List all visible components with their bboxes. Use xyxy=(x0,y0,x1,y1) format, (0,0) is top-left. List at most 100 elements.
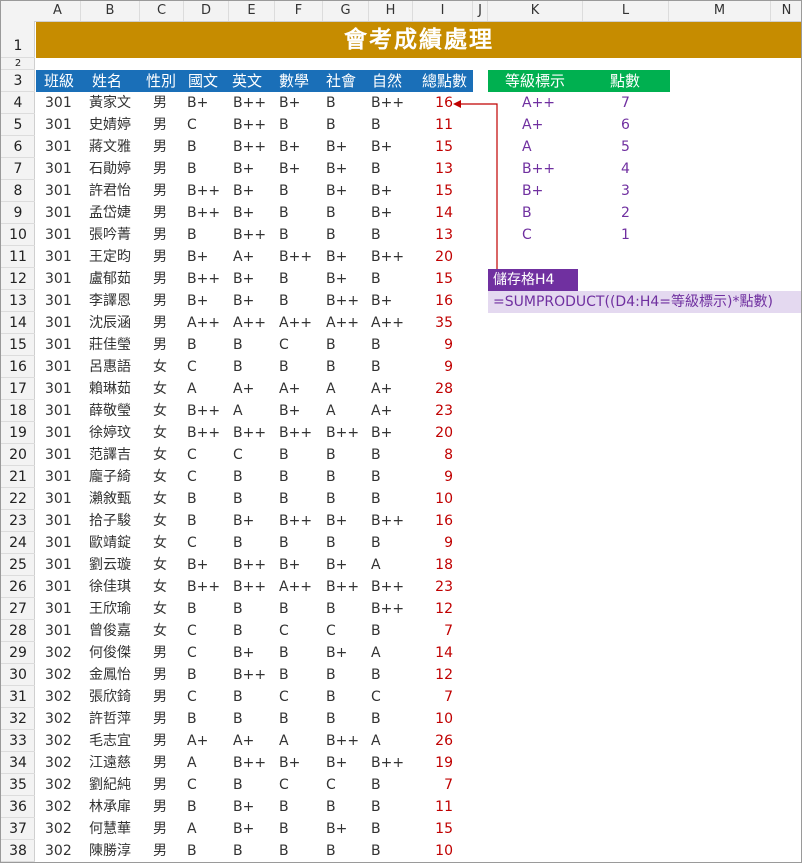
table-cell[interactable]: B++ xyxy=(371,598,404,620)
grade-points-cell[interactable]: 4 xyxy=(621,158,630,180)
table-cell[interactable]: A xyxy=(326,378,336,400)
table-cell[interactable]: 301 xyxy=(45,224,72,246)
table-cell[interactable]: B xyxy=(279,114,289,136)
table-cell[interactable]: A xyxy=(326,400,336,422)
total-points-cell[interactable]: 9 xyxy=(413,334,453,356)
table-cell[interactable]: 毛志宜 xyxy=(89,730,131,752)
table-cell[interactable]: 范譯吉 xyxy=(89,444,131,466)
table-cell[interactable]: A xyxy=(279,730,289,752)
table-cell[interactable]: 301 xyxy=(45,202,72,224)
table-cell[interactable]: A xyxy=(371,730,381,752)
table-cell[interactable]: 男 xyxy=(153,774,167,796)
table-cell[interactable]: 302 xyxy=(45,642,72,664)
table-cell[interactable]: C xyxy=(326,620,336,642)
table-cell[interactable]: B+ xyxy=(326,510,347,532)
total-points-cell[interactable]: 10 xyxy=(413,708,453,730)
table-cell[interactable]: B++ xyxy=(371,576,404,598)
table-cell[interactable]: B xyxy=(233,620,243,642)
table-cell[interactable]: B xyxy=(279,356,289,378)
table-cell[interactable]: B+ xyxy=(371,136,392,158)
table-cell[interactable]: 女 xyxy=(153,378,167,400)
table-cell[interactable]: 女 xyxy=(153,466,167,488)
table-cell[interactable]: 302 xyxy=(45,774,72,796)
table-cell[interactable]: B xyxy=(233,708,243,730)
table-cell[interactable]: B++ xyxy=(233,422,266,444)
table-cell[interactable]: 302 xyxy=(45,796,72,818)
table-cell[interactable]: 301 xyxy=(45,444,72,466)
table-cell[interactable]: C xyxy=(187,444,197,466)
table-cell[interactable]: B xyxy=(279,818,289,840)
table-cell[interactable]: 301 xyxy=(45,114,72,136)
table-cell[interactable]: B++ xyxy=(326,290,359,312)
table-cell[interactable]: C xyxy=(233,444,243,466)
table-cell[interactable]: 女 xyxy=(153,598,167,620)
table-cell[interactable]: A xyxy=(187,818,197,840)
table-cell[interactable]: 女 xyxy=(153,488,167,510)
table-cell[interactable]: B xyxy=(187,224,197,246)
total-points-cell[interactable]: 7 xyxy=(413,620,453,642)
table-cell[interactable]: B xyxy=(187,796,197,818)
table-cell[interactable]: 黃家文 xyxy=(89,92,131,114)
table-cell[interactable]: B xyxy=(371,224,381,246)
table-cell[interactable]: 女 xyxy=(153,422,167,444)
table-cell[interactable]: 孟岱婕 xyxy=(89,202,131,224)
table-cell[interactable]: 莊佳瑩 xyxy=(89,334,131,356)
table-cell[interactable]: B+ xyxy=(279,158,300,180)
table-cell[interactable]: B xyxy=(279,180,289,202)
table-cell[interactable]: 男 xyxy=(153,840,167,862)
table-cell[interactable]: B xyxy=(233,334,243,356)
table-cell[interactable]: 女 xyxy=(153,444,167,466)
total-points-cell[interactable]: 15 xyxy=(413,136,453,158)
table-cell[interactable]: 許哲萍 xyxy=(89,708,131,730)
table-cell[interactable]: B xyxy=(326,532,336,554)
table-cell[interactable]: 許君怡 xyxy=(89,180,131,202)
total-points-cell[interactable]: 11 xyxy=(413,796,453,818)
table-cell[interactable]: B xyxy=(279,268,289,290)
table-cell[interactable]: C xyxy=(187,642,197,664)
table-cell[interactable]: B+ xyxy=(187,554,208,576)
table-cell[interactable]: C xyxy=(187,620,197,642)
table-cell[interactable]: A+ xyxy=(371,378,392,400)
total-points-cell[interactable]: 10 xyxy=(413,488,453,510)
table-cell[interactable]: B xyxy=(326,444,336,466)
total-points-cell[interactable]: 15 xyxy=(413,180,453,202)
table-cell[interactable]: 盧郁茹 xyxy=(89,268,131,290)
grade-points-cell[interactable]: 6 xyxy=(621,114,630,136)
table-cell[interactable]: A+ xyxy=(371,400,392,422)
table-cell[interactable]: 301 xyxy=(45,422,72,444)
table-cell[interactable]: 張吟菁 xyxy=(89,224,131,246)
table-cell[interactable]: 302 xyxy=(45,686,72,708)
table-cell[interactable]: B xyxy=(326,356,336,378)
table-cell[interactable]: B xyxy=(187,334,197,356)
table-cell[interactable]: B+ xyxy=(326,268,347,290)
table-cell[interactable]: B xyxy=(279,642,289,664)
total-points-cell[interactable]: 26 xyxy=(413,730,453,752)
table-cell[interactable]: B++ xyxy=(233,114,266,136)
table-cell[interactable]: C xyxy=(187,532,197,554)
table-cell[interactable]: B+ xyxy=(326,752,347,774)
table-cell[interactable]: B xyxy=(279,840,289,862)
table-cell[interactable]: C xyxy=(326,774,336,796)
table-cell[interactable]: A xyxy=(371,642,381,664)
table-cell[interactable]: 史婧婷 xyxy=(89,114,131,136)
table-cell[interactable]: 301 xyxy=(45,268,72,290)
table-cell[interactable]: 301 xyxy=(45,356,72,378)
table-cell[interactable]: B xyxy=(279,598,289,620)
table-cell[interactable]: B xyxy=(371,466,381,488)
total-points-cell[interactable]: 19 xyxy=(413,752,453,774)
table-cell[interactable]: 男 xyxy=(153,334,167,356)
table-cell[interactable]: B xyxy=(233,840,243,862)
table-cell[interactable]: 沈辰涵 xyxy=(89,312,131,334)
table-cell[interactable]: B+ xyxy=(233,158,254,180)
table-cell[interactable]: 男 xyxy=(153,290,167,312)
table-cell[interactable]: A++ xyxy=(233,312,266,334)
table-cell[interactable]: B xyxy=(371,532,381,554)
table-cell[interactable]: B+ xyxy=(233,796,254,818)
table-cell[interactable]: B xyxy=(279,466,289,488)
table-cell[interactable]: 301 xyxy=(45,620,72,642)
table-cell[interactable]: B++ xyxy=(371,510,404,532)
table-cell[interactable]: C xyxy=(371,686,381,708)
table-cell[interactable]: 301 xyxy=(45,532,72,554)
table-cell[interactable]: B xyxy=(279,708,289,730)
table-cell[interactable]: B+ xyxy=(233,510,254,532)
